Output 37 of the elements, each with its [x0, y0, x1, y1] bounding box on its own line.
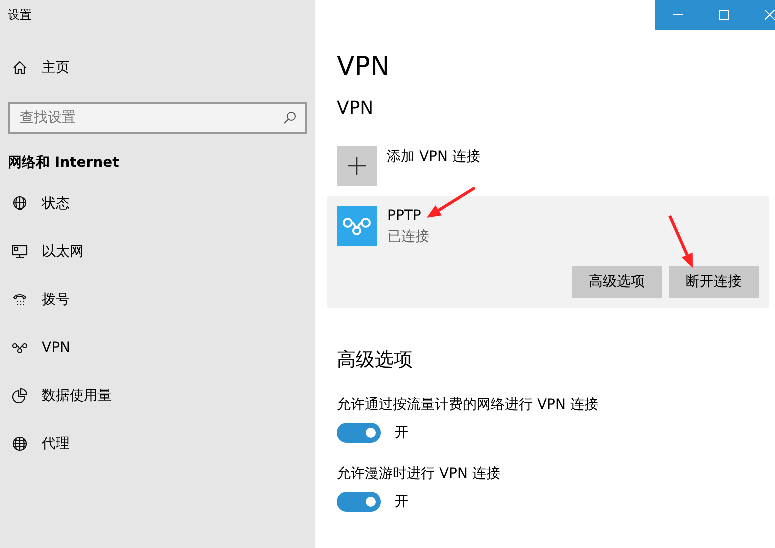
monitor-icon	[12, 244, 28, 260]
nav-item[interactable]: VPN	[8, 324, 307, 372]
vpn-link-icon	[342, 216, 372, 236]
nav-item[interactable]: 状态	[8, 180, 307, 228]
phone-icon	[12, 292, 28, 308]
pie-chart-icon	[12, 388, 28, 404]
search-icon	[283, 111, 297, 125]
toggle-state: 开	[395, 492, 409, 512]
option-label: 允许通过按流量计费的网络进行 VPN 连接	[337, 396, 600, 415]
nav-item[interactable]: 代理	[8, 420, 307, 468]
close-icon	[765, 10, 775, 20]
add-vpn-label[interactable]: 添加 VPN 连接	[387, 147, 480, 186]
home-icon	[12, 60, 28, 76]
home-link[interactable]: 主页	[8, 44, 307, 92]
nav-item[interactable]: 以太网	[8, 228, 307, 276]
section-heading: 高级选项	[337, 348, 414, 374]
nav-item[interactable]: 数据使用量	[8, 372, 307, 420]
toggle-switch[interactable]	[337, 492, 381, 512]
option-label: 允许漫游时进行 VPN 连接	[337, 464, 502, 484]
connection-button[interactable]: 断开连接	[669, 266, 759, 298]
page-title: VPN	[337, 52, 391, 84]
connection-name: PPTP	[388, 207, 422, 226]
section-heading: 网络和 Internet	[8, 154, 120, 172]
toggle-state: 开	[395, 424, 409, 443]
add-vpn-button[interactable]	[337, 146, 377, 186]
window-title: 设置	[8, 7, 33, 24]
globe-icon	[12, 436, 28, 452]
maximize-icon	[719, 10, 729, 20]
connection-status: 已连接	[388, 228, 430, 248]
section-heading: VPN	[337, 97, 375, 122]
globe-monitor-icon	[12, 196, 28, 212]
toggle-switch[interactable]	[337, 423, 381, 444]
search-field[interactable]: 查找设置	[8, 102, 307, 134]
nav-item[interactable]: 拨号	[8, 276, 307, 324]
connection-button[interactable]: 高级选项	[572, 266, 662, 298]
plus-icon	[348, 157, 366, 176]
connection-panel[interactable]: PPTP 已连接 高级选项 断开连接	[327, 196, 769, 308]
